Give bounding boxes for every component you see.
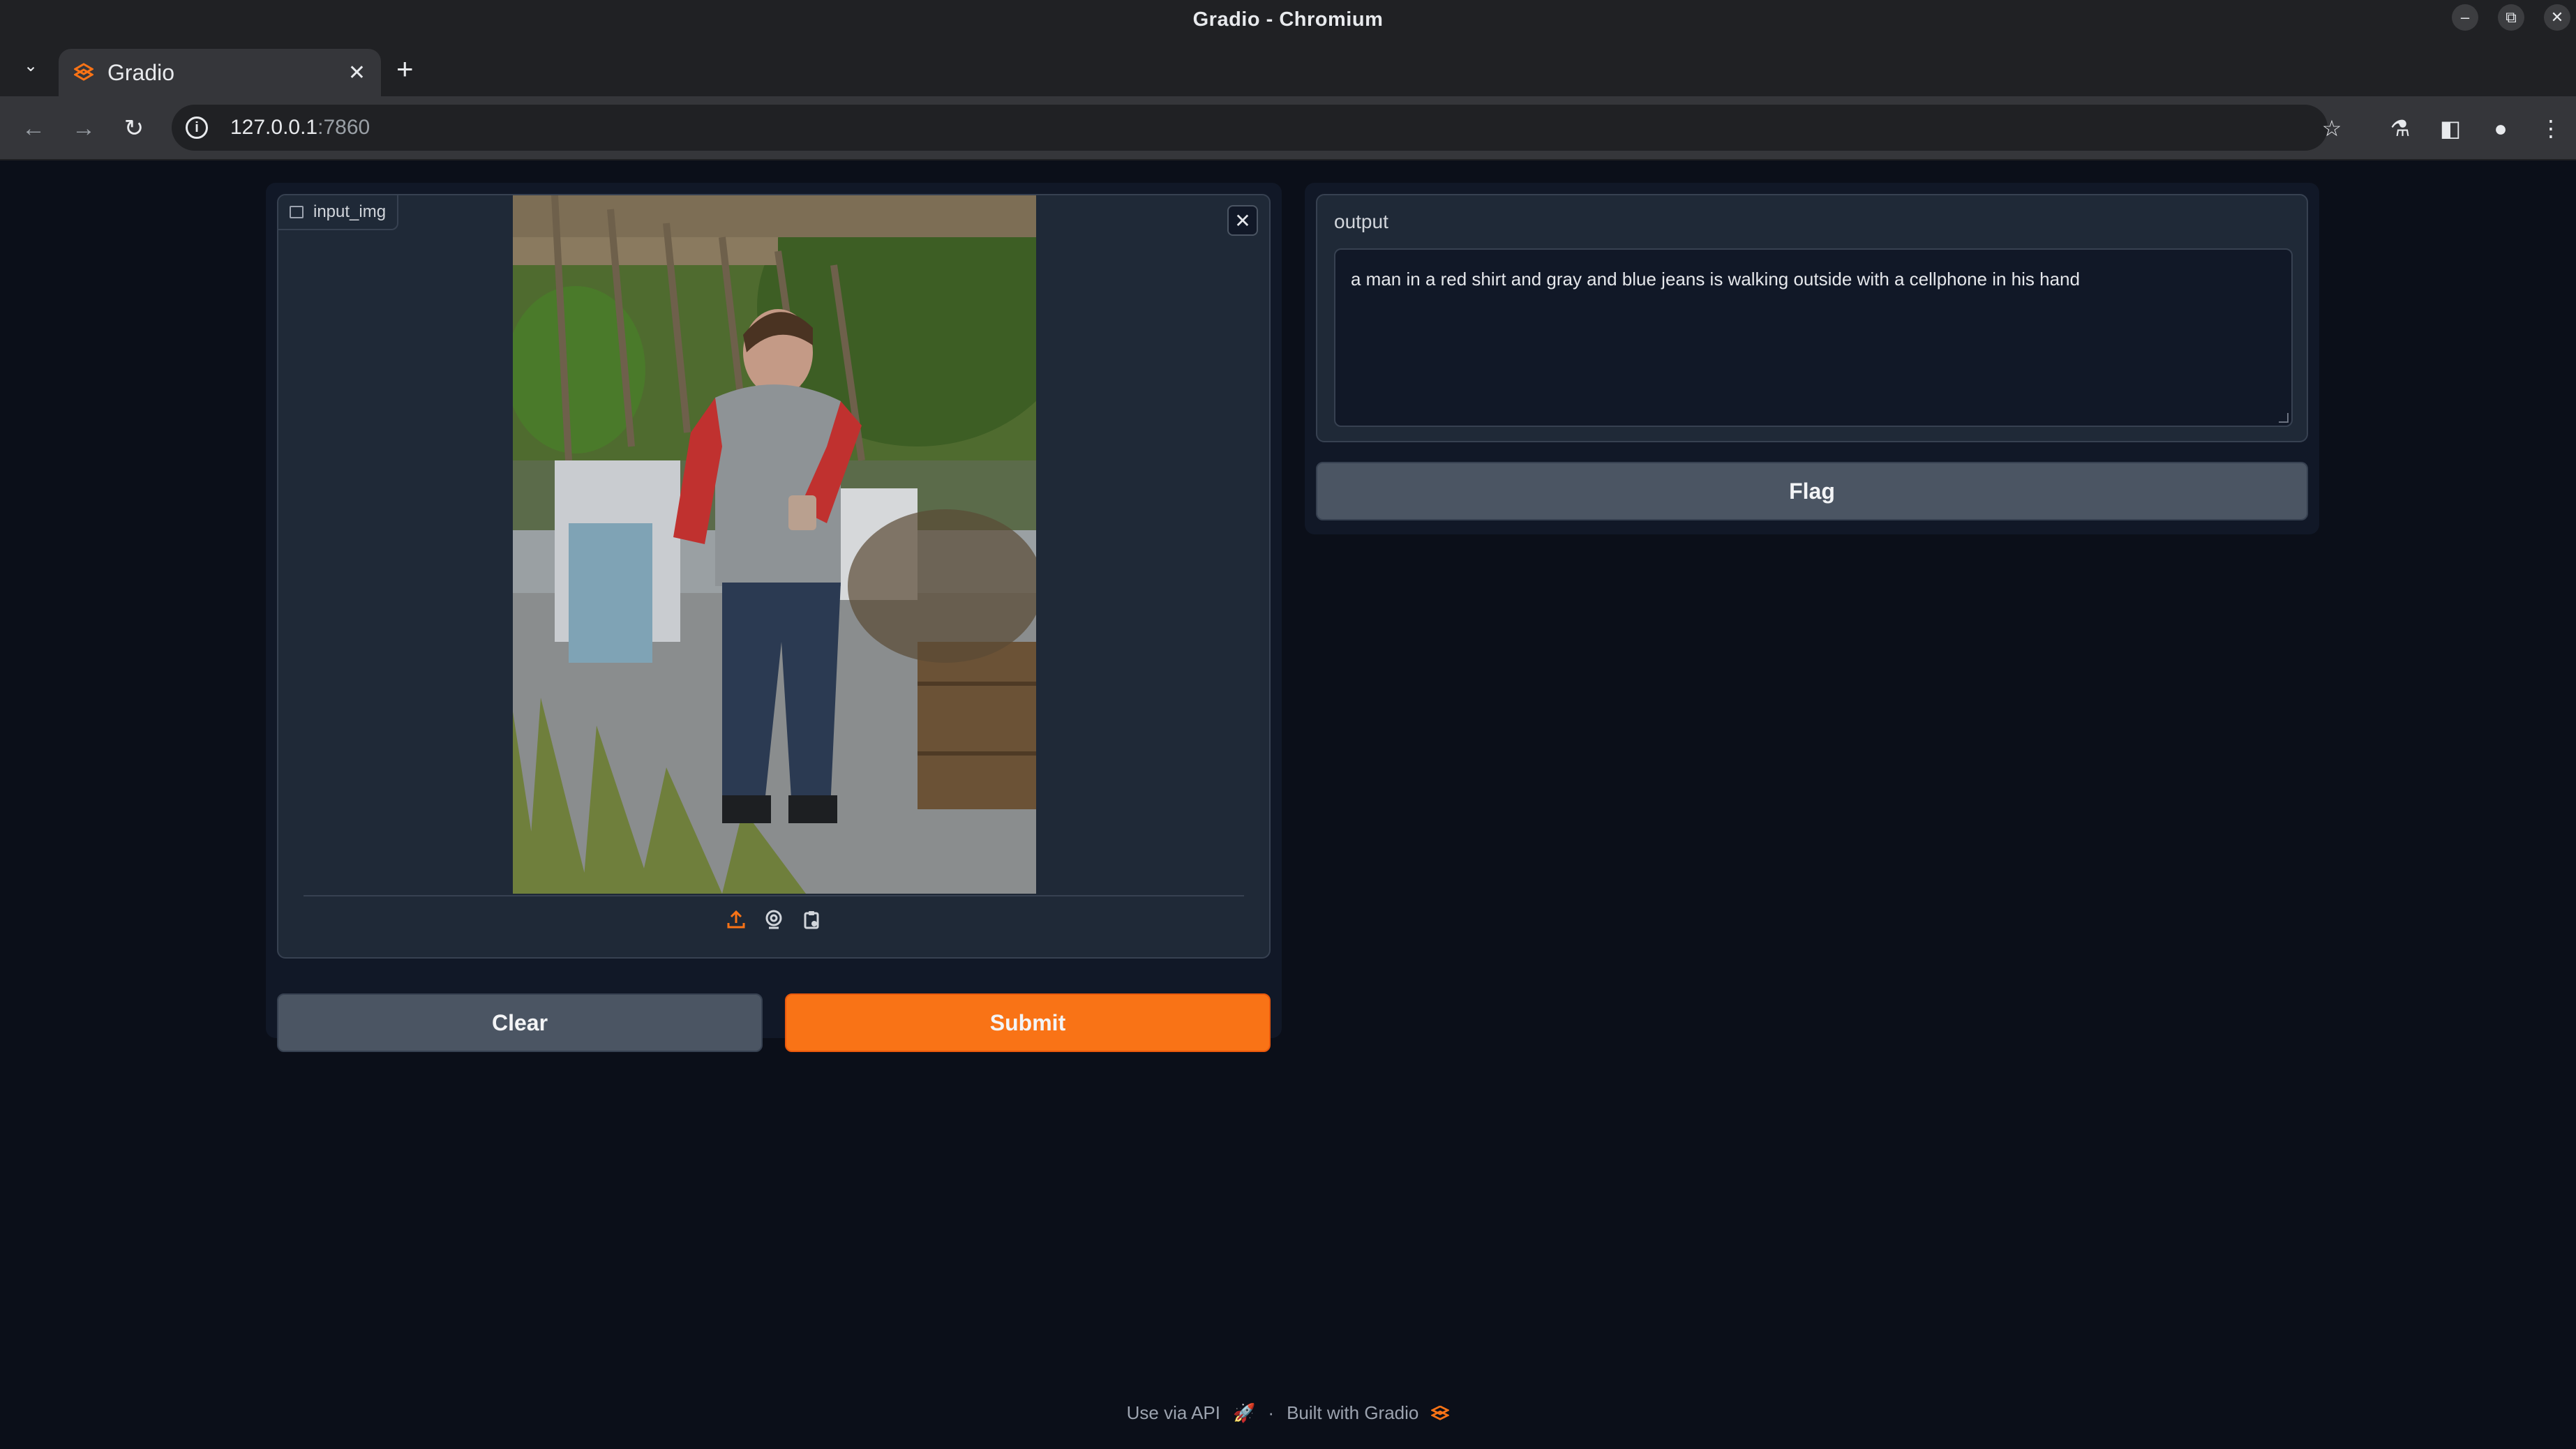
clear-image-button[interactable]: ✕ bbox=[1227, 205, 1258, 236]
upload-icon[interactable] bbox=[725, 908, 747, 931]
maximize-button[interactable]: ⧉ bbox=[2498, 4, 2524, 31]
back-arrow-icon[interactable]: ← bbox=[18, 113, 49, 144]
uploaded-image bbox=[513, 195, 1036, 894]
image-icon bbox=[290, 206, 304, 218]
built-with-gradio-link[interactable]: Built with Gradio bbox=[1287, 1402, 1418, 1424]
window-controls: – ⧉ ✕ bbox=[2452, 4, 2570, 31]
webcam-icon[interactable] bbox=[763, 908, 785, 931]
reload-icon[interactable]: ↻ bbox=[119, 113, 149, 144]
window-titlebar: Gradio - Chromium – ⧉ ✕ bbox=[0, 0, 2576, 39]
upload-arrow-icon bbox=[727, 910, 745, 929]
image-label-text: input_img bbox=[313, 202, 387, 221]
footer: Use via API 🚀 · Built with Gradio bbox=[0, 1402, 2576, 1424]
clipboard-glyph-icon bbox=[804, 911, 819, 929]
browser-toolbar: ← → ↻ i 127.0.0.1:7860 ☆ ⚗ ◧ ● ⋮ bbox=[0, 96, 2576, 160]
clipboard-icon[interactable] bbox=[800, 908, 823, 931]
gradio-app: input_img ✕ Clear Submit output a man in… bbox=[0, 160, 2576, 1449]
labs-flask-icon[interactable]: ⚗ bbox=[2385, 113, 2416, 144]
minimize-button[interactable]: – bbox=[2452, 4, 2478, 31]
close-window-button[interactable]: ✕ bbox=[2544, 4, 2570, 31]
tab-search-chevron-icon[interactable]: ⌄ bbox=[18, 53, 43, 78]
gradio-footer-logo-icon bbox=[1431, 1405, 1450, 1420]
input-panel: input_img ✕ Clear Submit bbox=[266, 183, 1282, 1052]
output-textbox[interactable]: a man in a red shirt and gray and blue j… bbox=[1334, 248, 2293, 427]
profile-icon[interactable]: ● bbox=[2485, 113, 2516, 144]
tab-close-icon[interactable]: ✕ bbox=[348, 61, 366, 85]
window-title: Gradio - Chromium bbox=[1192, 8, 1384, 31]
site-info-icon[interactable]: i bbox=[186, 117, 208, 139]
output-panel: output a man in a red shirt and gray and… bbox=[1305, 183, 2319, 534]
image-input-block[interactable]: input_img ✕ bbox=[277, 194, 1271, 959]
submit-button[interactable]: Submit bbox=[785, 993, 1271, 1052]
image-source-selector bbox=[278, 908, 1269, 931]
forward-arrow-icon[interactable]: → bbox=[68, 113, 99, 144]
bookmark-star-icon[interactable]: ☆ bbox=[2316, 113, 2347, 144]
rocket-icon: 🚀 bbox=[1233, 1402, 1256, 1423]
browser-tab[interactable]: Gradio ✕ bbox=[59, 49, 381, 96]
new-tab-button[interactable]: + bbox=[396, 54, 414, 84]
tab-title: Gradio bbox=[107, 59, 175, 85]
webcam-glyph-icon bbox=[765, 910, 782, 929]
resize-handle-icon[interactable] bbox=[2279, 413, 2289, 423]
footer-separator: · bbox=[1268, 1402, 1275, 1423]
gradio-logo-icon bbox=[74, 63, 93, 81]
menu-kebab-icon[interactable]: ⋮ bbox=[2536, 113, 2566, 144]
tab-strip: ⌄ Gradio ✕ + bbox=[0, 39, 2576, 96]
output-block: output a man in a red shirt and gray and… bbox=[1316, 194, 2308, 442]
clear-button[interactable]: Clear bbox=[277, 993, 763, 1052]
output-text: a man in a red shirt and gray and blue j… bbox=[1351, 269, 2080, 290]
image-divider bbox=[304, 895, 1244, 896]
address-bar[interactable]: i 127.0.0.1:7860 bbox=[172, 105, 2328, 151]
output-label: output bbox=[1334, 211, 1388, 232]
url-port: :7860 bbox=[317, 116, 370, 139]
image-label: input_img bbox=[278, 195, 399, 230]
side-panel-icon[interactable]: ◧ bbox=[2435, 113, 2466, 144]
flag-button[interactable]: Flag bbox=[1316, 462, 2308, 520]
use-via-api-link[interactable]: Use via API bbox=[1127, 1402, 1220, 1424]
url-host: 127.0.0.1 bbox=[230, 116, 318, 139]
